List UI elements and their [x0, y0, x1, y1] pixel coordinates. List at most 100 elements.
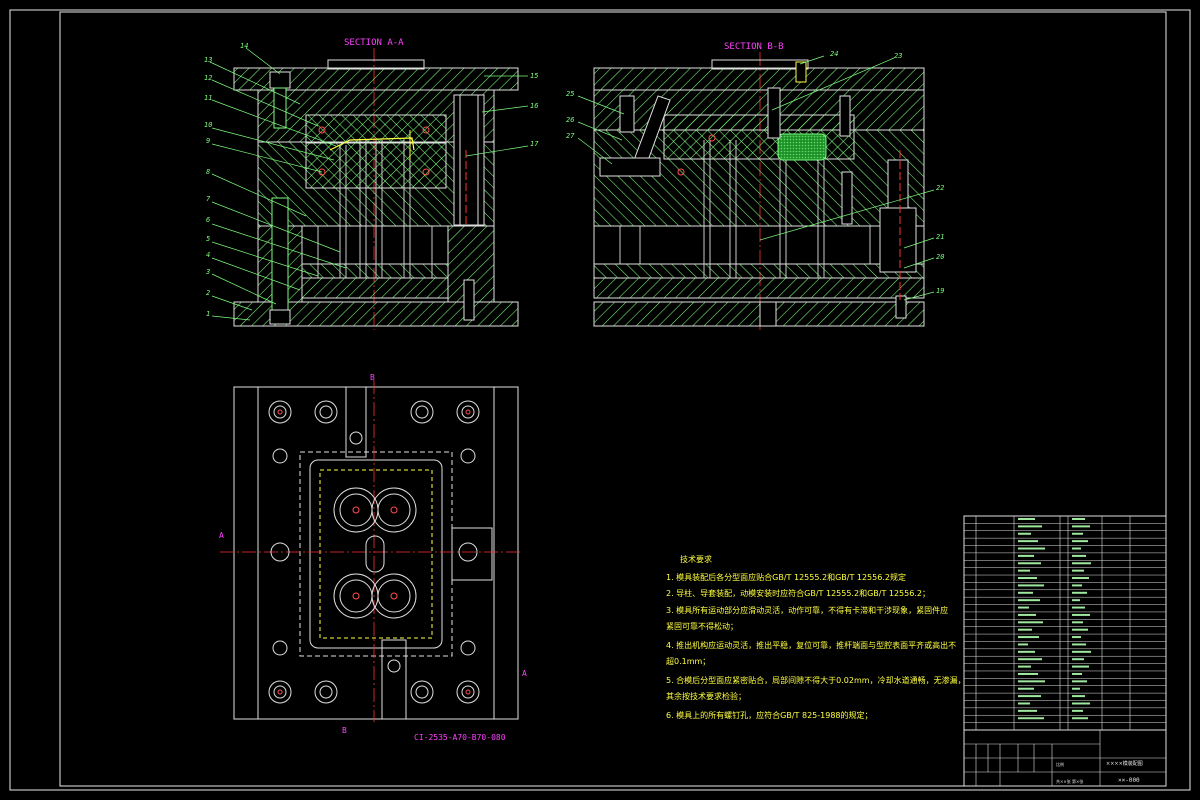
section-b-b-view: SECTION B-B 25 26 27 24 23 22 21 20 19: [566, 42, 944, 330]
section-a-a-view: SECTION A-A 13 12 11 10 9 8 7 6 5 4 3 2 …: [204, 38, 539, 330]
parts-list-entry-mark: [1072, 584, 1082, 587]
callout-15: 15: [530, 72, 538, 80]
parts-list-entry-mark: [1018, 562, 1041, 565]
drawing-number: ××-000: [1118, 777, 1140, 784]
section-a-a-title: SECTION A-A: [344, 38, 404, 48]
parts-list-entry-mark: [1018, 532, 1031, 535]
parts-list-entry-mark: [1018, 606, 1029, 609]
parts-list-entry-mark: [1072, 680, 1087, 683]
parts-list-entry-mark: [1072, 613, 1090, 616]
tech-note-line: 5. 合模后分型面应紧密贴合，局部间隙不得大于0.02mm，冷却水道通畅，无渗漏…: [666, 675, 966, 685]
parts-list-entry-mark: [1072, 643, 1086, 646]
parts-list-entry-mark: [1018, 658, 1042, 661]
section-b-b-title: SECTION B-B: [724, 42, 784, 52]
callout-22: 22: [936, 184, 944, 192]
callout-6: 6: [206, 216, 210, 224]
callout-27: 27: [566, 132, 575, 140]
parts-list-entry-mark: [1018, 650, 1035, 653]
callout-14: 14: [240, 42, 248, 50]
parts-list-entry-mark: [1072, 695, 1085, 698]
callout-19: 19: [936, 287, 944, 295]
parts-list-entry-mark: [1072, 562, 1091, 565]
parts-list-entry-mark: [1018, 577, 1037, 580]
plan-mark-b-top: B: [370, 373, 375, 382]
callout-11: 11: [204, 94, 212, 102]
tech-note-line: 2. 导柱、导套装配，动模安装时应符合GB/T 12555.2和GB/T 125…: [666, 588, 930, 598]
parts-list-entry-mark: [1072, 532, 1083, 535]
callout-16: 16: [530, 102, 538, 110]
parts-list-entry-mark: [1072, 709, 1083, 712]
drawing-name: ××××模装配图: [1106, 760, 1143, 767]
parts-list-entry-mark: [1018, 569, 1030, 572]
callout-1: 1: [206, 310, 210, 318]
parts-list-entry-mark: [1018, 672, 1038, 675]
parts-list-entry-mark: [1072, 658, 1084, 661]
parts-list-entry-mark: [1018, 717, 1044, 720]
parts-list-entry-mark: [1072, 606, 1085, 609]
parts-list-entry-mark: [1018, 687, 1034, 690]
parts-list: [963, 515, 1167, 731]
parts-list-entry-mark: [1018, 680, 1045, 683]
parts-list-entry-mark: [1072, 577, 1089, 580]
parts-list-entry-mark: [1072, 717, 1088, 720]
callout-9: 9: [206, 137, 210, 145]
parts-list-entry-mark: [1018, 599, 1040, 602]
callout-24: 24: [830, 50, 838, 58]
parts-list-entry-mark: [1018, 540, 1038, 543]
parts-list-entry-mark: [1072, 591, 1087, 594]
title-block: ××××模装配图 ××-000 比例 共××张 第×张: [963, 729, 1167, 787]
parts-list-entry-mark: [1018, 628, 1032, 631]
tech-notes-title: 技术要求: [680, 554, 712, 564]
parts-list-entry-mark: [1018, 525, 1042, 528]
callout-21: 21: [936, 233, 944, 241]
parts-list-entry-mark: [1072, 672, 1082, 675]
parts-list-entry-mark: [1018, 695, 1041, 698]
parts-list-entry-mark: [1072, 540, 1088, 543]
parts-list-entry-mark: [1072, 628, 1088, 631]
parts-list-entry-mark: [1072, 687, 1080, 690]
parts-list-entry-mark: [1018, 613, 1036, 616]
parts-list-entry-mark: [1072, 518, 1085, 520]
technical-requirements: 技术要求 1. 模具装配后各分型面应贴合GB/T 12555.2和GB/T 12…: [666, 554, 966, 720]
parts-list-entry-mark: [1072, 599, 1080, 602]
cad-drawing-canvas: SECTION A-A 13 12 11 10 9 8 7 6 5 4 3 2 …: [9, 9, 1191, 791]
callout-4: 4: [206, 251, 210, 259]
callout-7: 7: [206, 195, 211, 203]
parts-list-entry-mark: [1018, 643, 1028, 646]
parts-list-entry-mark: [1018, 554, 1034, 557]
parts-list-entry-mark: [1072, 665, 1089, 668]
scale-label: 比例: [1056, 761, 1064, 767]
parts-list-entry-mark: [1018, 665, 1031, 668]
parts-list-entry-mark: [1018, 547, 1045, 550]
parts-list-entry-mark: [1072, 650, 1091, 653]
parts-list-entry-mark: [1018, 621, 1043, 624]
parts-list-entry-mark: [1072, 621, 1083, 624]
callout-2: 2: [206, 289, 210, 297]
callout-25: 25: [566, 90, 574, 98]
callout-8: 8: [206, 168, 210, 176]
parts-list-entry-mark: [1072, 702, 1090, 705]
plan-mark-b-bottom: B: [342, 726, 347, 735]
tech-note-line: 紧固可靠不得松动；: [666, 621, 738, 631]
parts-list-entry-mark: [1018, 709, 1037, 712]
parts-list-entry-mark: [1072, 525, 1090, 528]
callout-26: 26: [566, 116, 574, 124]
callout-17: 17: [530, 140, 539, 148]
callout-20: 20: [936, 253, 944, 261]
plan-mark-a-left: A: [219, 531, 224, 540]
parts-list-entry-mark: [1072, 636, 1081, 639]
sheet-info: 共××张 第×张: [1056, 778, 1083, 784]
tech-note-line: 1. 模具装配后各分型面应贴合GB/T 12555.2和GB/T 12556.2…: [666, 572, 906, 582]
parts-list-entry-mark: [1018, 636, 1039, 639]
callout-13: 13: [204, 56, 212, 64]
callout-23: 23: [894, 52, 902, 60]
parts-list-entry-mark: [1018, 591, 1033, 594]
callout-12: 12: [204, 74, 212, 82]
callout-10: 10: [204, 121, 212, 129]
plan-view: A A B B CI-2535-A70-B70-080: [219, 373, 527, 742]
drawing-code: CI-2535-A70-B70-080: [414, 733, 506, 742]
molded-part: [777, 133, 827, 161]
tech-note-line: 3. 模具所有运动部分应滑动灵活，动作可靠，不得有卡滞和干涉现象，紧固件应: [666, 605, 948, 615]
parts-list-entry-mark: [1018, 584, 1044, 587]
tech-note-line: 超0.1mm；: [666, 656, 710, 666]
